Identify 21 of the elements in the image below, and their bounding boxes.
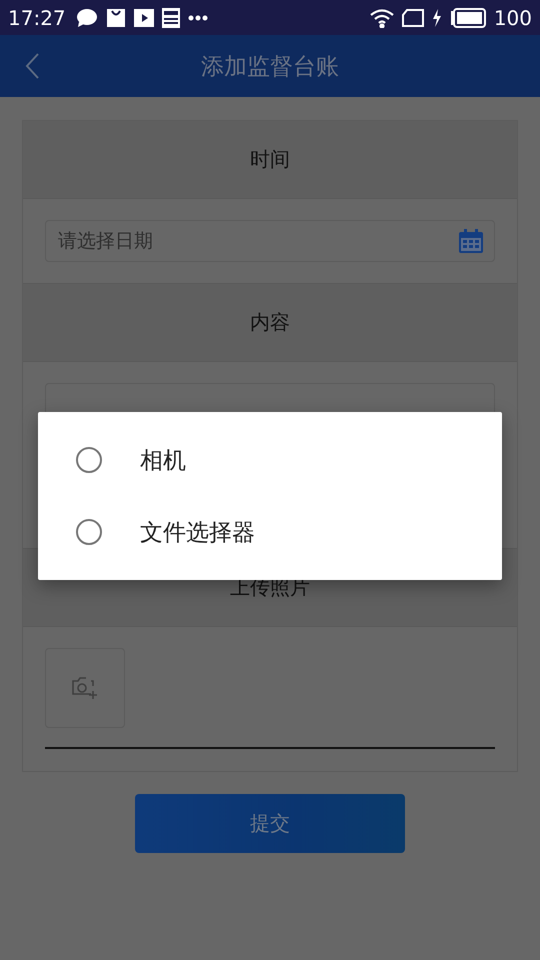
add-photo-button[interactable] (45, 648, 125, 728)
back-icon[interactable] (24, 52, 40, 80)
dialog-option[interactable]: 相机 (38, 431, 502, 489)
calendar-icon[interactable] (458, 228, 484, 254)
battery-level: 100 (494, 6, 532, 30)
bag-icon (106, 8, 126, 28)
radio-button[interactable] (76, 519, 102, 545)
battery-icon (450, 8, 486, 28)
wifi-icon (370, 8, 394, 28)
chat-bubble-icon (76, 8, 98, 28)
camera-plus-icon (71, 675, 99, 701)
section-title: 时间 (23, 121, 517, 199)
sim-card-icon (402, 8, 424, 26)
page-title: 添加监督台账 (201, 52, 339, 82)
radio-button[interactable] (76, 447, 102, 473)
charging-icon (432, 8, 442, 26)
more-icon (188, 14, 208, 20)
news-icon (162, 8, 180, 28)
section-title: 内容 (23, 284, 517, 362)
play-icon (134, 8, 154, 26)
status-time: 17:27 (8, 6, 66, 30)
